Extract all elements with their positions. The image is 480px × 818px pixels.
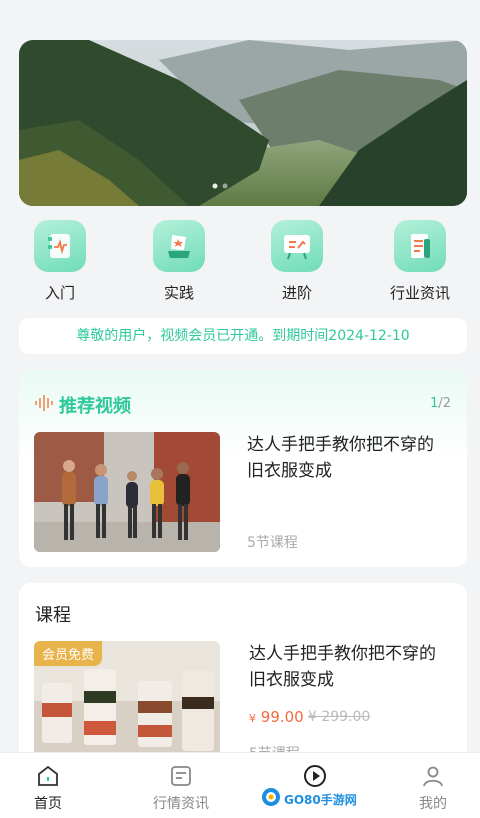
watermark-text: GO80手游网 (284, 792, 357, 807)
tab-home[interactable]: 首页 (8, 763, 88, 813)
news-icon (141, 763, 221, 789)
tab-profile[interactable]: 我的 (393, 763, 473, 813)
recommend-video-section: 推荐视频 1/2 达人手把手教你把不穿的旧衣服变成 5节课程 (19, 370, 467, 567)
quick-entry-industry-news[interactable]: 行业资讯 (365, 220, 475, 303)
banner-image[interactable] (19, 40, 467, 206)
watermark-logo-icon (260, 786, 282, 812)
section-header: 推荐视频 (35, 392, 131, 418)
section-title: 推荐视频 (59, 396, 131, 417)
video-title[interactable]: 达人手把手教你把不穿的旧衣服变成 (247, 432, 447, 484)
tab-label: 行情资讯 (153, 796, 209, 812)
membership-notice: 尊敬的用户，视频会员已开通。到期时间2024-12-10 (19, 318, 467, 354)
video-thumbnail[interactable] (34, 432, 220, 552)
tab-news[interactable]: 行情资讯 (141, 763, 221, 813)
price-value: 99.00 (260, 708, 304, 726)
quick-entry-beginner[interactable]: 入门 (5, 220, 115, 303)
quick-entry-row: 入门 实践 进阶 行业资讯 (0, 220, 480, 310)
quick-entry-label: 行业资讯 (389, 284, 450, 302)
document-icon (394, 220, 446, 272)
page-indicator: 1/2 (430, 396, 451, 411)
page-total: /2 (438, 396, 451, 411)
quick-entry-practice[interactable]: 实践 (124, 220, 234, 303)
user-icon (393, 763, 473, 789)
flag-cursor-icon (153, 220, 205, 272)
quick-entry-label: 实践 (163, 284, 194, 302)
course-price: ¥ 99.00 (249, 708, 304, 726)
course-title[interactable]: 达人手把手教你把不穿的旧衣服变成 (249, 641, 449, 693)
site-watermark: GO80手游网 (260, 786, 357, 812)
board-arrow-icon (271, 220, 323, 272)
quick-entry-label: 入门 (44, 284, 75, 302)
section-title: 课程 (35, 605, 71, 626)
bottom-tab-bar: 首页 行情资讯 我的 (0, 752, 480, 818)
member-free-badge: 会员免费 (34, 641, 103, 666)
quick-entry-advanced[interactable]: 进阶 (242, 220, 352, 303)
activity-book-icon (34, 220, 86, 272)
home-icon (8, 763, 88, 789)
sound-wave-icon (35, 395, 53, 415)
video-lesson-count: 5节课程 (247, 535, 298, 551)
quick-entry-label: 进阶 (281, 284, 312, 302)
currency-symbol: ¥ (249, 712, 256, 725)
course-original-price: ¥ 299.00 (308, 709, 371, 725)
tab-label: 首页 (34, 796, 62, 812)
tab-label: 我的 (419, 796, 447, 812)
course-thumbnail[interactable]: 会员免费 (34, 641, 220, 761)
